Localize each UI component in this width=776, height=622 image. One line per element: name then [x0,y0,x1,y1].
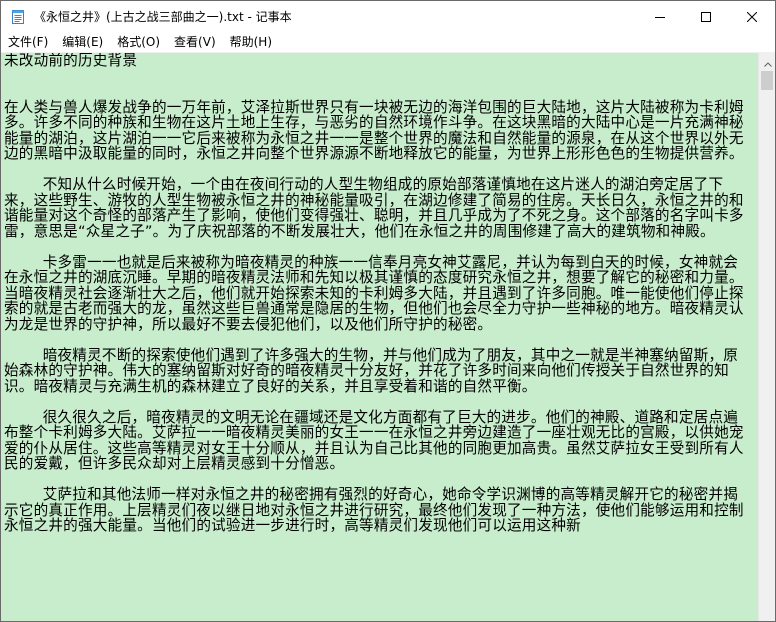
document-text[interactable]: 未改动前的历史背景 在人类与兽人爆发战争的一万年前，艾泽拉斯世界只有一块被无边的… [1,53,746,534]
menu-edit[interactable]: 编辑(E) [55,32,110,52]
maximize-icon [701,11,711,22]
minimize-icon [655,12,665,22]
scroll-up-button[interactable] [759,52,775,71]
scroll-thumb[interactable] [761,71,773,90]
minimize-button[interactable] [637,1,683,32]
chevron-up-icon [763,52,772,71]
close-icon [747,11,757,22]
text-editor[interactable]: 未改动前的历史背景 在人类与兽人爆发战争的一万年前，艾泽拉斯世界只有一块被无边的… [1,53,758,621]
maximize-button[interactable] [683,1,729,32]
caption-buttons [637,1,775,32]
menu-file[interactable]: 文件(F) [1,32,55,52]
notepad-window: 《永恒之井》(上古之战三部曲之一).txt - 记事本 文件(F) 编辑(E) … [0,0,776,622]
title-bar[interactable]: 《永恒之井》(上古之战三部曲之一).txt - 记事本 [1,1,775,32]
window-title: 《永恒之井》(上古之战三部曲之一).txt - 记事本 [34,10,292,24]
menu-format[interactable]: 格式(O) [110,32,167,52]
close-button[interactable] [729,1,775,32]
menu-view[interactable]: 查看(V) [167,32,223,52]
menu-bar: 文件(F) 编辑(E) 格式(O) 查看(V) 帮助(H) [1,32,775,53]
notepad-icon [10,9,26,25]
menu-help[interactable]: 帮助(H) [223,32,279,52]
vertical-scrollbar[interactable] [758,53,775,621]
